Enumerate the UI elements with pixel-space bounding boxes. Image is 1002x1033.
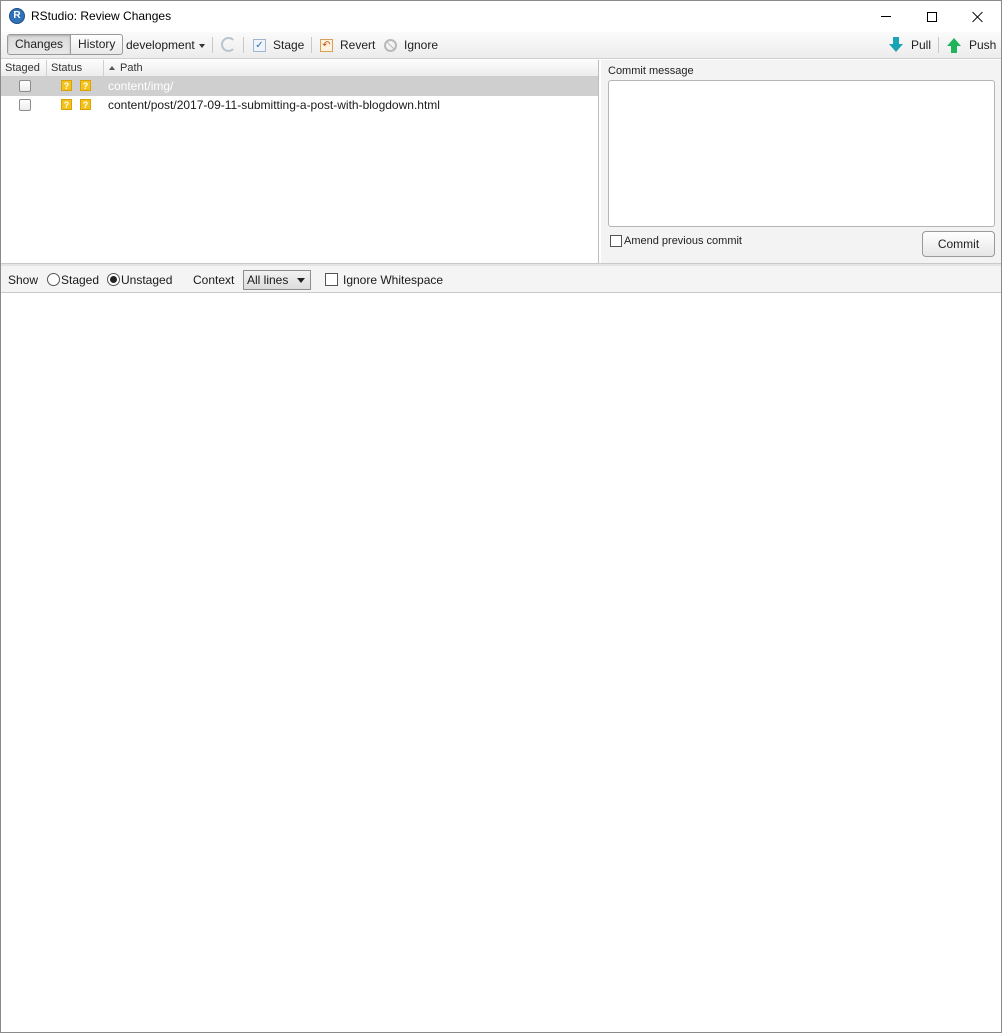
tab-history[interactable]: History — [70, 35, 122, 54]
diff-toolbar: Show Staged Unstaged Context All lines I… — [1, 266, 1001, 293]
show-label: Show — [8, 273, 39, 287]
review-changes-window: R RStudio: Review Changes Changes Histor… — [0, 0, 1002, 1033]
toolbar-divider — [938, 37, 939, 53]
staged-checkbox[interactable] — [19, 80, 31, 92]
ignore-icon — [384, 38, 397, 52]
amend-label: Amend previous commit — [624, 235, 742, 247]
rstudio-logo-icon: R — [9, 8, 25, 24]
title-bar: R RStudio: Review Changes — [1, 1, 1001, 32]
file-path: content/post/2017-09-11-submitting-a-pos… — [108, 98, 440, 112]
untracked-status-icon: ? — [61, 80, 72, 91]
commit-button[interactable]: Commit — [922, 231, 995, 257]
column-divider — [103, 60, 104, 76]
ignore-label: Ignore — [404, 38, 439, 52]
sort-ascending-icon — [109, 66, 115, 70]
commit-message-label: Commit message — [608, 65, 694, 77]
stage-check-icon: ✓ — [253, 38, 266, 52]
ignore-whitespace-label: Ignore Whitespace — [343, 273, 444, 287]
stage-button[interactable]: ✓ Stage — [253, 37, 304, 53]
view-toggle: Changes History — [7, 34, 124, 55]
changed-files-pane: Staged Status Path ? ? content/img/ ? ? … — [1, 60, 599, 263]
refresh-icon[interactable] — [221, 37, 236, 52]
revert-label: Revert — [340, 38, 376, 52]
toolbar-divider — [243, 37, 244, 53]
close-button[interactable] — [955, 1, 1001, 32]
chevron-down-icon — [297, 278, 305, 283]
untracked-status-icon: ? — [80, 99, 91, 110]
push-label: Push — [969, 38, 997, 52]
toolbar: Changes History development ✓ Stage ↶ Re… — [1, 32, 1001, 59]
file-path: content/img/ — [108, 79, 174, 93]
branch-label: development — [126, 38, 195, 52]
file-row[interactable]: ? ? content/img/ — [1, 77, 598, 96]
pull-button[interactable]: Pull — [889, 37, 931, 53]
branch-dropdown[interactable]: development — [126, 38, 205, 52]
push-arrow-icon — [947, 38, 961, 53]
context-select[interactable]: All lines — [243, 270, 311, 290]
stage-label: Stage — [273, 38, 305, 52]
column-header-staged[interactable]: Staged — [5, 62, 40, 74]
column-header-path[interactable]: Path — [109, 62, 143, 74]
untracked-status-icon: ? — [61, 99, 72, 110]
maximize-button[interactable] — [909, 1, 955, 32]
amend-checkbox[interactable] — [610, 235, 622, 247]
chevron-down-icon — [198, 43, 205, 48]
toolbar-divider — [212, 37, 213, 53]
column-divider — [46, 60, 47, 76]
push-button[interactable]: Push — [947, 37, 996, 53]
column-header-status[interactable]: Status — [51, 62, 82, 74]
staged-radio-label: Staged — [61, 273, 100, 287]
revert-icon: ↶ — [320, 38, 333, 52]
pull-label: Pull — [911, 38, 932, 52]
unstaged-radio[interactable] — [107, 273, 120, 286]
minimize-icon — [881, 16, 891, 17]
commit-pane: Commit message Amend previous commit Com… — [601, 60, 1001, 263]
revert-button[interactable]: ↶ Revert — [320, 37, 375, 53]
context-label: Context — [193, 273, 235, 287]
unstaged-radio-label: Unstaged — [121, 273, 173, 287]
tab-changes[interactable]: Changes — [8, 35, 71, 54]
file-row[interactable]: ? ? content/post/2017-09-11-submitting-a… — [1, 96, 598, 115]
files-table-header: Staged Status Path — [1, 60, 598, 77]
untracked-status-icon: ? — [80, 80, 91, 91]
minimize-button[interactable] — [863, 1, 909, 32]
maximize-icon — [927, 11, 937, 22]
window-title: RStudio: Review Changes — [31, 9, 172, 23]
pull-arrow-icon — [889, 37, 903, 52]
staged-radio[interactable] — [47, 273, 60, 286]
context-value: All lines — [247, 273, 289, 287]
toolbar-divider — [311, 37, 312, 53]
diff-viewer — [1, 294, 1001, 1032]
ignore-button[interactable]: Ignore — [384, 37, 438, 53]
close-icon — [972, 11, 984, 23]
commit-message-input[interactable] — [608, 80, 995, 227]
staged-checkbox[interactable] — [19, 99, 31, 111]
ignore-whitespace-checkbox[interactable] — [325, 273, 338, 286]
